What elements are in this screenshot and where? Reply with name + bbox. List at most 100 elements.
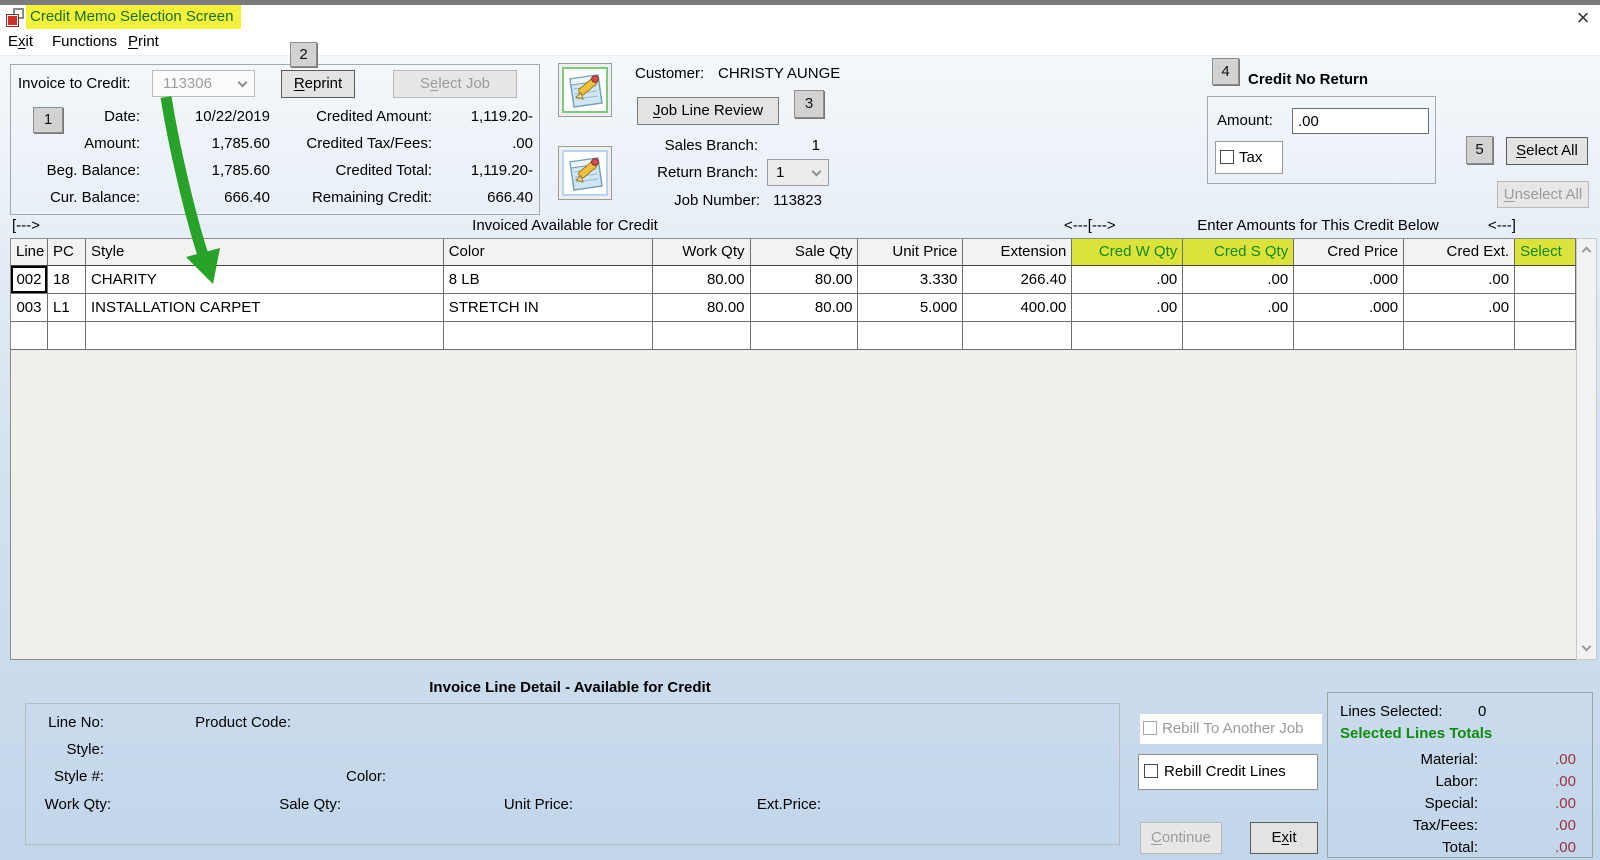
remaining-credit-value: 666.40 bbox=[487, 189, 533, 206]
table-cell[interactable]: 80.00 bbox=[652, 294, 751, 322]
job-notes-button[interactable] bbox=[558, 146, 612, 200]
table-cell[interactable]: .00 bbox=[1404, 266, 1516, 294]
table-cell[interactable] bbox=[1515, 266, 1577, 294]
table-cell[interactable]: STRETCH IN bbox=[443, 294, 653, 322]
cnr-amount-label: Amount: bbox=[1217, 112, 1273, 129]
table-cell[interactable]: CHARITY bbox=[85, 266, 444, 294]
table-cell[interactable]: 18 bbox=[47, 266, 86, 294]
table-cell[interactable]: .000 bbox=[1294, 294, 1405, 322]
customer-name: CHRISTY AUNGE bbox=[718, 65, 841, 82]
grid-scrollbar[interactable] bbox=[1576, 238, 1597, 660]
table-cell[interactable] bbox=[443, 322, 653, 350]
special-value: .00 bbox=[1555, 795, 1576, 812]
table-cell[interactable] bbox=[1515, 294, 1577, 322]
return-branch-value: 1 bbox=[776, 164, 785, 181]
table-cell[interactable]: .00 bbox=[1404, 294, 1516, 322]
close-icon[interactable]: × bbox=[1568, 6, 1598, 32]
band-right-bracket: <---] bbox=[1488, 217, 1516, 234]
table-cell[interactable]: .00 bbox=[1072, 266, 1184, 294]
table-cell[interactable]: INSTALLATION CARPET bbox=[85, 294, 444, 322]
menu-functions[interactable]: Functions bbox=[52, 33, 117, 53]
detail-style-no-label: Style #: bbox=[53, 768, 104, 785]
table-cell[interactable]: 5.000 bbox=[858, 294, 964, 322]
table-cell[interactable] bbox=[963, 322, 1073, 350]
table-cell[interactable]: .00 bbox=[1183, 266, 1295, 294]
beg-balance-value: 1,785.60 bbox=[211, 162, 270, 179]
invoice-number-value: 113306 bbox=[163, 75, 212, 92]
table-cell[interactable] bbox=[652, 322, 751, 350]
scroll-up-icon[interactable] bbox=[1581, 246, 1592, 257]
table-cell[interactable] bbox=[1515, 322, 1577, 350]
table-cell[interactable] bbox=[1294, 322, 1405, 350]
credit-no-return-title: Credit No Return bbox=[1248, 71, 1368, 88]
table-cell[interactable] bbox=[11, 322, 48, 350]
rebill-credit-lines-checkbox[interactable]: Rebill Credit Lines bbox=[1138, 754, 1318, 790]
reprint-button[interactable]: Reprint bbox=[281, 70, 355, 98]
grid-header-cred-w-qty: Cred W Qty bbox=[1072, 239, 1184, 266]
cnr-tax-checkbox[interactable]: Tax bbox=[1215, 141, 1283, 174]
menu-bar: Exit Functions Print bbox=[0, 30, 1600, 56]
table-cell[interactable]: 3.330 bbox=[858, 266, 964, 294]
table-cell[interactable]: 80.00 bbox=[750, 266, 859, 294]
detail-work-qty-label: Work Qty: bbox=[44, 796, 111, 813]
beg-balance-label: Beg. Balance: bbox=[46, 162, 140, 179]
band-mid-bracket: <---[---> bbox=[1064, 217, 1116, 234]
table-cell[interactable] bbox=[858, 322, 964, 350]
detail-product-code-label: Product Code: bbox=[195, 714, 291, 731]
sales-branch-value: 1 bbox=[811, 137, 820, 154]
table-row: 003 L1 INSTALLATION CARPET STRETCH IN 80.00 8… bbox=[11, 294, 1577, 322]
table-cell[interactable]: 80.00 bbox=[750, 294, 859, 322]
menu-exit[interactable]: Exit bbox=[8, 33, 33, 53]
grid-header-style: Style bbox=[85, 239, 444, 266]
invoice-line-detail-box: Line No: Product Code: Style: Style #: C… bbox=[25, 703, 1120, 845]
sales-branch-label: Sales Branch: bbox=[664, 137, 758, 154]
select-all-button[interactable]: Select All bbox=[1506, 137, 1588, 165]
step-badge-3: 3 bbox=[794, 90, 824, 118]
credited-amount-label: Credited Amount: bbox=[316, 108, 432, 125]
cnr-amount-input[interactable]: .00 bbox=[1292, 108, 1429, 134]
step-badge-4: 4 bbox=[1212, 58, 1239, 85]
table-cell[interactable]: 400.00 bbox=[963, 294, 1073, 322]
table-cell[interactable] bbox=[47, 322, 86, 350]
table-cell[interactable] bbox=[1072, 322, 1184, 350]
return-branch-label: Return Branch: bbox=[657, 164, 758, 181]
special-label: Special: bbox=[1424, 795, 1478, 812]
detail-line-no-label: Line No: bbox=[48, 714, 104, 731]
table-cell[interactable] bbox=[750, 322, 859, 350]
lines-selected-value: 0 bbox=[1478, 703, 1487, 720]
table-cell[interactable]: 80.00 bbox=[652, 266, 751, 294]
band-left-title: Invoiced Available for Credit bbox=[472, 217, 658, 234]
cur-balance-label: Cur. Balance: bbox=[49, 189, 140, 206]
amount-value: 1,785.60 bbox=[211, 135, 270, 152]
table-cell[interactable]: L1 bbox=[47, 294, 86, 322]
grid-header-unit-price: Unit Price bbox=[858, 239, 964, 266]
step-badge-2: 2 bbox=[290, 42, 317, 67]
table-cell[interactable]: .000 bbox=[1294, 266, 1405, 294]
table-cell[interactable]: 002 bbox=[11, 266, 48, 294]
table-cell[interactable]: 003 bbox=[11, 294, 48, 322]
selected-lines-totals-title: Selected Lines Totals bbox=[1340, 725, 1493, 742]
menu-print[interactable]: Print bbox=[128, 33, 159, 53]
table-cell[interactable]: .00 bbox=[1072, 294, 1184, 322]
invoice-number-dropdown[interactable]: 113306 bbox=[152, 70, 255, 97]
selected-lines-totals-box: Lines Selected: 0 Selected Lines Totals … bbox=[1327, 692, 1593, 858]
grid-header-line: Line bbox=[11, 239, 48, 266]
table-cell[interactable] bbox=[1183, 322, 1295, 350]
job-line-review-button[interactable]: Job Line Review bbox=[637, 97, 779, 125]
notepad-pencil-icon bbox=[562, 67, 608, 113]
scroll-down-icon[interactable] bbox=[1581, 641, 1592, 652]
table-row bbox=[11, 322, 1577, 350]
return-branch-dropdown[interactable]: 1 bbox=[767, 159, 829, 186]
exit-button[interactable]: Exit bbox=[1250, 822, 1318, 854]
grid-empty-area bbox=[11, 350, 1576, 659]
grid-header-work-qty: Work Qty bbox=[652, 239, 751, 266]
table-cell[interactable]: 8 LB bbox=[443, 266, 653, 294]
table-cell[interactable]: .00 bbox=[1183, 294, 1295, 322]
credited-total-label: Credited Total: bbox=[335, 162, 432, 179]
table-cell[interactable] bbox=[85, 322, 444, 350]
total-label: Total: bbox=[1442, 839, 1478, 856]
table-cell[interactable] bbox=[1404, 322, 1516, 350]
table-cell[interactable]: 266.40 bbox=[963, 266, 1073, 294]
invoice-notes-button[interactable] bbox=[558, 63, 612, 117]
continue-button: Continue bbox=[1140, 822, 1222, 854]
